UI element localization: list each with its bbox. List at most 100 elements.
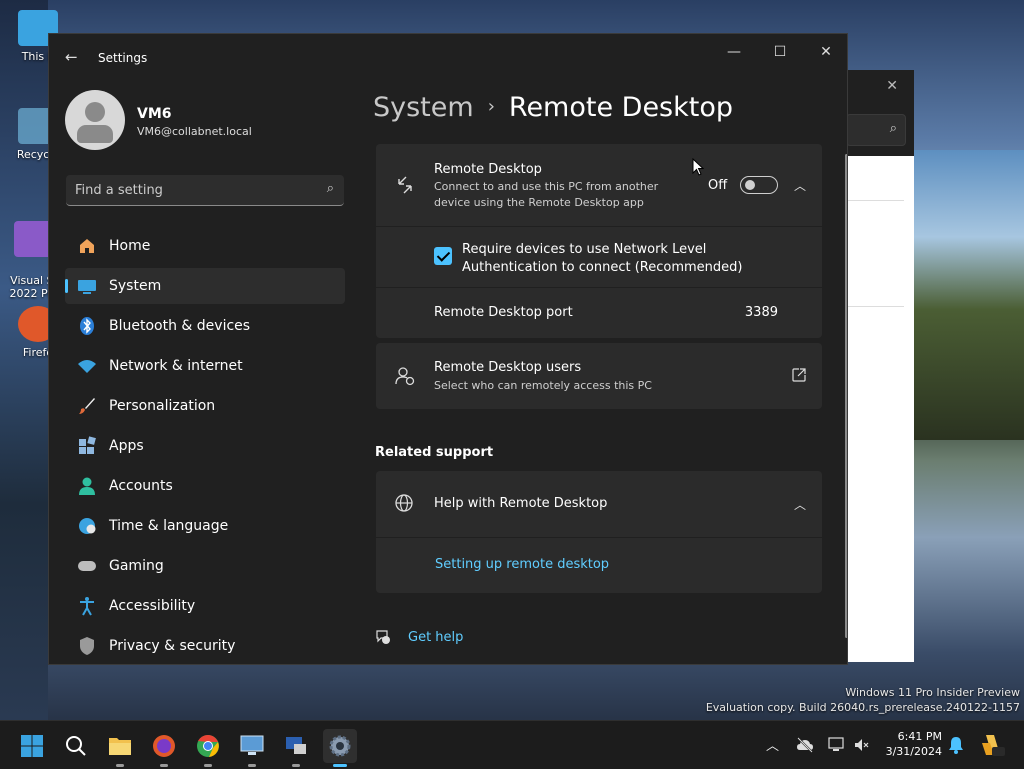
help-body: Setting up remote desktop (376, 538, 822, 593)
apps-icon (79, 436, 96, 454)
nla-checkbox[interactable] (434, 247, 452, 265)
sidebar-item-personalization[interactable]: Personalization (65, 388, 345, 424)
port-value: 3389 (744, 305, 778, 320)
running-indicator (248, 764, 256, 767)
close-icon[interactable]: ✕ (886, 78, 898, 94)
get-help-link[interactable]: Get help (408, 630, 463, 645)
search-icon: ⌕ (889, 121, 897, 136)
divider (846, 306, 904, 307)
background-search-box[interactable]: ⌕ (846, 114, 906, 146)
help-header[interactable]: Help with Remote Desktop ︿ (376, 471, 822, 537)
cloud-offline-icon[interactable] (796, 737, 814, 753)
network-app-icon (286, 737, 306, 754)
start-button[interactable] (15, 729, 49, 763)
toggle-knob (745, 180, 755, 190)
find-setting-search[interactable]: ⌕ (66, 175, 344, 206)
account-icon (79, 477, 95, 495)
running-indicator (333, 764, 347, 767)
sidebar-item-home[interactable]: Home (65, 228, 345, 264)
mouse-cursor-icon (692, 158, 704, 176)
sidebar-item-gaming[interactable]: Gaming (65, 548, 345, 584)
home-icon (80, 239, 94, 253)
sidebar-item-label: Privacy & security (109, 638, 236, 654)
settings-icon (329, 735, 351, 757)
profile-name: VM6 (137, 106, 172, 122)
sidebar-item-privacy-security[interactable]: Privacy & security (65, 628, 345, 664)
chevron-up-icon[interactable]: ︿ (794, 177, 806, 194)
running-indicator (204, 764, 212, 767)
settings-window: ← Settings — ☐ ✕ VM6 VM6@collabnet.local… (48, 33, 848, 665)
system-icon (78, 280, 96, 294)
sidebar-item-label: Personalization (109, 398, 216, 414)
taskbar-firefox[interactable] (147, 729, 181, 767)
remote-desktop-card: Remote Desktop Connect to and use this P… (376, 144, 822, 338)
remote-desktop-users-card[interactable]: Remote Desktop users Select who can remo… (376, 343, 822, 409)
remote-desktop-icon (398, 176, 412, 194)
sidebar-item-label: Network & internet (109, 358, 243, 374)
copilot-preview-icon[interactable] (980, 733, 1006, 757)
sidebar-item-network[interactable]: Network & internet (65, 348, 345, 384)
scrollbar[interactable] (845, 154, 847, 638)
close-button[interactable]: ✕ (803, 40, 847, 64)
remote-desktop-header[interactable]: Remote Desktop Connect to and use this P… (376, 144, 822, 226)
file-explorer-icon (109, 738, 131, 755)
taskbar-search-button[interactable] (59, 729, 93, 763)
clock[interactable]: 6:41 PM 3/31/2024 (886, 729, 942, 759)
taskbar-settings[interactable] (323, 729, 357, 767)
sidebar-nav: Home System Bluetooth & devices Network … (65, 228, 345, 664)
avatar[interactable] (65, 90, 125, 150)
related-support-heading: Related support (375, 445, 494, 460)
avatar-head (85, 102, 105, 122)
sidebar-item-apps[interactable]: Apps (65, 428, 345, 464)
taskbar: ︿ 6:41 PM 3/31/2024 (0, 720, 1024, 769)
page-title: System › Remote Desktop (373, 92, 733, 123)
nla-label: Require devices to use Network Level Aut… (462, 242, 743, 275)
globe-clock-icon (79, 518, 96, 534)
profile-email: VM6@collabnet.local (137, 125, 252, 138)
sidebar-item-bluetooth[interactable]: Bluetooth & devices (65, 308, 345, 344)
window-title: Settings (98, 51, 148, 65)
minimize-button[interactable]: — (711, 40, 757, 64)
sidebar-item-accounts[interactable]: Accounts (65, 468, 345, 504)
taskbar-network-app[interactable] (279, 729, 313, 767)
wifi-icon (78, 360, 96, 373)
setting-up-remote-desktop-link[interactable]: Setting up remote desktop (435, 557, 609, 572)
sidebar-item-label: Gaming (109, 558, 164, 574)
back-arrow-icon[interactable]: ← (65, 48, 78, 66)
sidebar-item-accessibility[interactable]: Accessibility (65, 588, 345, 624)
breadcrumb-parent[interactable]: System (373, 92, 474, 123)
running-indicator (160, 764, 168, 767)
sidebar-item-label: Home (109, 238, 151, 254)
gamepad-icon (78, 561, 96, 571)
help-title: Help with Remote Desktop (434, 496, 608, 511)
globe-icon (395, 494, 413, 512)
clock-date: 3/31/2024 (885, 745, 942, 758)
firefox-icon (153, 735, 175, 757)
bluetooth-icon (80, 317, 94, 335)
users-card-title: Remote Desktop users (434, 360, 582, 375)
network-icon[interactable] (828, 737, 844, 753)
notification-bell-icon[interactable] (948, 736, 964, 754)
avatar-body (77, 125, 113, 143)
chevron-up-icon[interactable]: ︿ (794, 496, 806, 513)
taskbar-file-explorer[interactable] (103, 729, 137, 767)
brush-icon (79, 398, 95, 414)
remote-desktop-toggle[interactable] (740, 176, 778, 194)
sidebar-item-label: System (109, 278, 162, 294)
title-bar[interactable]: ← Settings — ☐ ✕ (49, 34, 847, 82)
chevron-up-icon[interactable]: ︿ (766, 735, 779, 754)
maximize-button[interactable]: ☐ (757, 40, 803, 64)
users-card-description: Select who can remotely access this PC (434, 379, 652, 392)
clock-time: 6:41 PM (897, 730, 942, 743)
sidebar-item-label: Accessibility (109, 598, 196, 614)
sidebar-item-time-language[interactable]: Time & language (65, 508, 345, 544)
taskbar-chrome[interactable] (191, 729, 225, 767)
divider (846, 200, 904, 201)
volume-muted-icon[interactable] (854, 737, 870, 753)
search-icon (66, 736, 86, 756)
sidebar-item-system[interactable]: System (65, 268, 345, 304)
running-indicator (116, 764, 124, 767)
taskbar-remote-desktop-app[interactable] (235, 729, 269, 767)
remote-desktop-title: Remote Desktop (434, 162, 542, 177)
search-input[interactable] (66, 175, 317, 206)
